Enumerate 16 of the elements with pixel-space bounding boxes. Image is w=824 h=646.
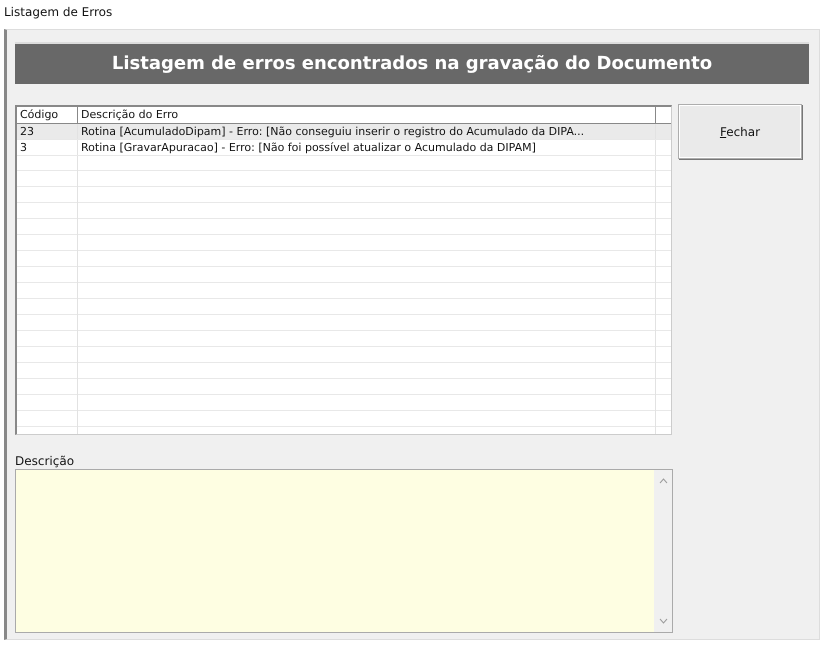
scroll-up-icon[interactable] — [658, 478, 668, 484]
scroll-down-icon[interactable] — [658, 618, 668, 624]
column-header[interactable]: Descrição do Erro — [78, 107, 656, 123]
close-button[interactable]: Fechar — [678, 104, 802, 159]
table-cell: Rotina [AcumuladoDipam] - Erro: [Não conseguiu inserir o registro do Acumulado da DIPA... — [78, 124, 656, 139]
window-title: Listagem de Erros — [4, 4, 114, 21]
column-header[interactable]: Código — [17, 107, 78, 123]
table-cell: 23 — [17, 124, 78, 139]
table-row[interactable]: 23 Rotina [AcumuladoDipam] - Erro: [Não conseguiu inserir o registro do Acumulado da DIPA... — [17, 124, 671, 140]
table-cell: 3 — [17, 140, 78, 155]
table-cell: Rotina [GravarApuracao] - Erro: [Não foi possível atualizar o Acumulado da DIPAM] — [78, 140, 656, 155]
table-row[interactable]: 3 Rotina [GravarApuracao] - Erro: [Não foi possível atualizar o Acumulado da DIPAM] — [17, 140, 671, 156]
scrollbar[interactable] — [654, 470, 672, 632]
description-field[interactable] — [15, 469, 673, 633]
header-banner: Listagem de erros encontrados na gravação do Documento — [15, 42, 809, 84]
description-label: Descrição — [15, 455, 76, 467]
